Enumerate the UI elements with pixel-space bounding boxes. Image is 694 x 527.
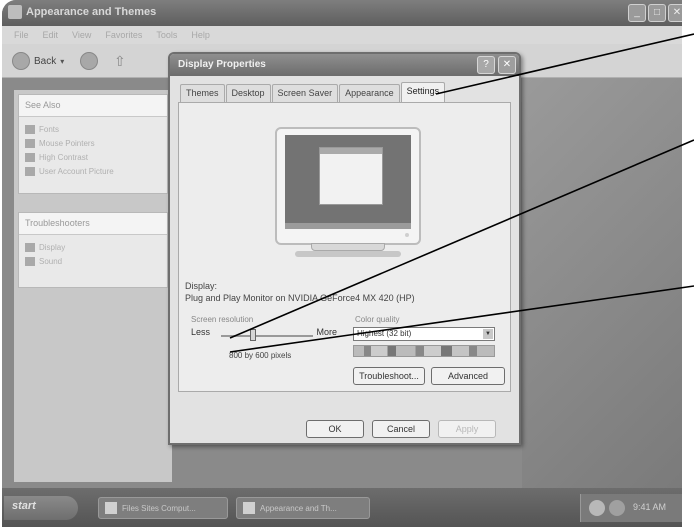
dialog-title: Display Properties [178,59,266,70]
preview-taskbar [285,223,411,229]
display-device-name: Plug and Play Monitor on NVIDIA GeForce4… [185,293,415,303]
resolution-less-label: Less [191,327,211,337]
tab-appearance[interactable]: Appearance [339,84,400,102]
chevron-down-icon[interactable]: ▼ [483,329,493,339]
troubleshooters-title[interactable]: Troubleshooters [19,213,167,235]
resolution-slider-thumb[interactable] [250,329,257,341]
settings-tab-panel: Display: Plug and Play Monitor on NVIDIA… [178,102,511,392]
color-quality-select[interactable]: Highest (32 bit) ▼ [353,327,495,341]
see-also-item[interactable]: High Contrast [25,151,161,163]
mouse-pointer-icon [25,138,35,148]
chevron-down-icon: ▾ [60,56,65,66]
background-window-title: Appearance and Themes [26,6,157,18]
taskbar-item-label: Files Sites Comput... [122,503,196,513]
fonts-icon [25,124,35,134]
troubleshooter-item[interactable]: Sound [25,255,161,267]
resolution-more-label: More [316,327,337,337]
clock[interactable]: 9:41 AM [633,502,666,512]
monitor-base [295,251,401,257]
tab-strip: Themes Desktop Screen Saver Appearance S… [180,82,446,102]
see-also-label: User Account Picture [39,166,114,176]
volume-icon[interactable] [609,500,625,516]
menu-favorites[interactable]: Favorites [105,30,142,40]
troubleshooter-label: Display [39,242,66,252]
resolution-slider-track[interactable] [221,335,313,337]
task-pane: See Also Fonts Mouse Pointers High Contr… [14,90,172,482]
monitor-preview [275,127,421,245]
power-led-icon [405,233,409,237]
control-panel-icon [243,502,255,514]
help-icon [25,242,35,252]
advanced-button[interactable]: Advanced [431,367,505,385]
see-also-item[interactable]: Mouse Pointers [25,137,161,149]
see-also-item[interactable]: User Account Picture [25,165,161,177]
display-label: Display: [185,281,218,291]
tab-settings[interactable]: Settings [400,82,446,102]
folder-icon [105,502,117,514]
see-also-label: Fonts [39,124,60,134]
color-quality-title: Color quality [355,315,400,324]
taskbar-item-label: Appearance and Th... [260,503,337,513]
menu-view[interactable]: View [72,30,91,40]
troubleshoot-button[interactable]: Troubleshoot... [353,367,425,385]
menu-edit[interactable]: Edit [43,30,59,40]
menu-bar: File Edit View Favorites Tools Help [2,26,690,44]
see-also-box: See Also Fonts Mouse Pointers High Contr… [18,94,168,194]
see-also-title[interactable]: See Also [19,95,167,117]
maximize-button[interactable]: □ [648,4,666,22]
start-button[interactable]: start [4,496,78,520]
tab-themes[interactable]: Themes [180,84,225,102]
user-account-icon [25,166,35,176]
troubleshooter-label: Sound [39,256,63,266]
screen-resolution-group: Screen resolution Less More 800 by 600 p… [185,313,341,363]
back-label: Back [34,55,57,67]
forward-button[interactable] [80,52,98,70]
control-panel-content [522,78,690,488]
up-folder-icon[interactable]: ⇧ [114,53,126,70]
taskbar-item[interactable]: Files Sites Comput... [98,497,228,519]
apply-button[interactable]: Apply [438,420,496,438]
monitor-screen [285,135,411,229]
background-window-titlebar: Appearance and Themes _ □ ✕ [2,0,690,26]
see-also-label: Mouse Pointers [39,138,95,148]
tab-screen-saver[interactable]: Screen Saver [271,84,339,102]
resolution-value: 800 by 600 pixels [229,351,292,360]
troubleshooter-item[interactable]: Display [25,241,161,253]
high-contrast-icon [25,152,35,162]
see-also-item[interactable]: Fonts [25,123,161,135]
screenshot-frame: Appearance and Themes _ □ ✕ File Edit Vi… [2,0,690,527]
minimize-button[interactable]: _ [628,4,646,22]
help-icon [25,256,35,266]
color-quality-value: Highest (32 bit) [357,329,412,338]
see-also-label: High Contrast [39,152,88,162]
menu-help[interactable]: Help [191,30,210,40]
tab-desktop[interactable]: Desktop [225,84,271,102]
screen-resolution-title: Screen resolution [191,315,254,324]
callout-margin [682,0,694,527]
taskbar: start Files Sites Comput... Appearance a… [2,488,690,527]
taskbar-item[interactable]: Appearance and Th... [236,497,370,519]
cancel-button[interactable]: Cancel [372,420,430,438]
ok-button[interactable]: OK [306,420,364,438]
monitor-stand [311,243,385,251]
dialog-close-button[interactable]: ✕ [498,56,516,74]
system-tray: 9:41 AM [580,494,690,522]
preview-window [319,147,383,205]
troubleshooters-box: Troubleshooters Display Sound [18,212,168,288]
back-arrow-icon [12,52,30,70]
network-icon[interactable] [589,500,605,516]
menu-tools[interactable]: Tools [156,30,177,40]
menu-file[interactable]: File [14,30,29,40]
display-properties-dialog: Display Properties ? ✕ Themes Desktop Sc… [168,52,521,445]
dialog-titlebar[interactable]: Display Properties ? ✕ [170,54,519,76]
control-panel-icon [8,5,22,19]
help-button[interactable]: ? [477,56,495,74]
back-button[interactable]: Back ▾ [12,52,64,70]
color-preview-bar [353,345,495,357]
color-quality-group: Color quality Highest (32 bit) ▼ [349,313,501,363]
